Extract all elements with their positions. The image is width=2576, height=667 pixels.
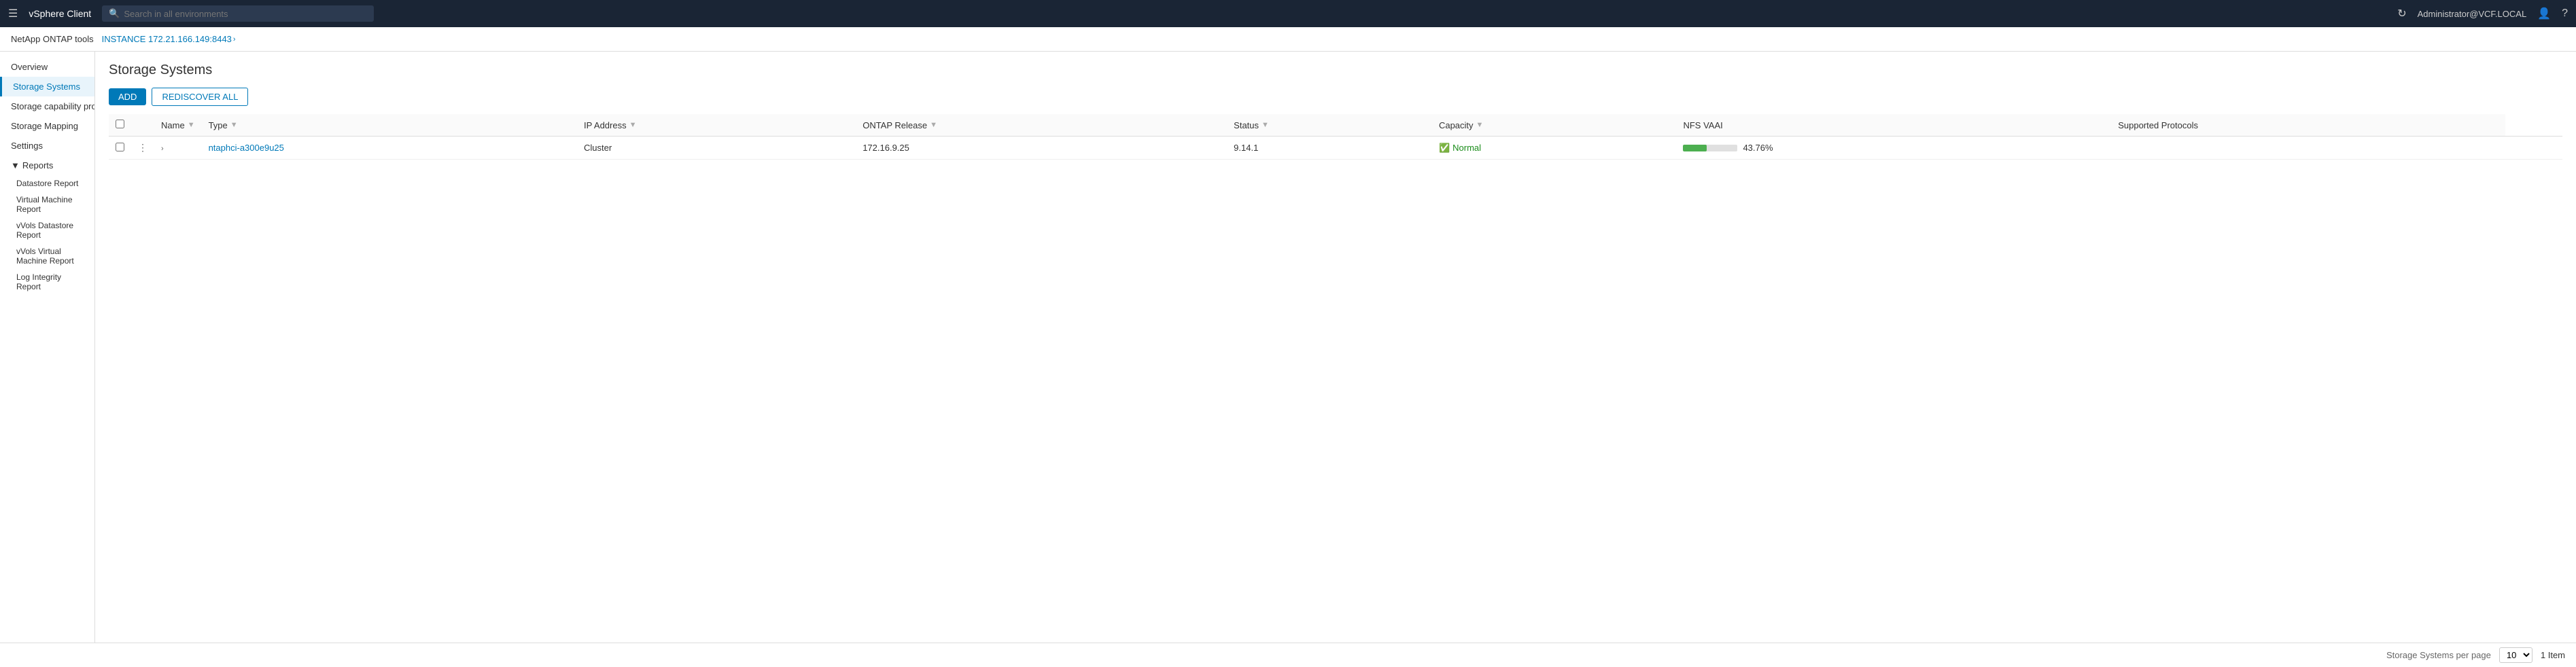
row-status-cell: ✅ Normal (1432, 137, 1677, 160)
table-row: ⋮ › ntaphci-a300e9u25 Cluster 172.16.9.2… (109, 137, 2562, 160)
breadcrumb-app: NetApp ONTAP tools (11, 34, 94, 44)
col-type-label: Type (209, 120, 228, 130)
app-layout: Overview Storage Systems Storage capabil… (0, 52, 2576, 667)
capacity-percent-label: 43.76% (1743, 143, 1773, 153)
row-supported-protocols-cell (2505, 137, 2562, 160)
col-type: Type ▼ (202, 114, 577, 137)
sidebar-reports-label: Reports (22, 160, 54, 170)
search-bar[interactable]: 🔍 (102, 5, 374, 22)
capacity-bar-fill (1683, 145, 1707, 151)
row-ip-cell: 172.16.9.25 (856, 137, 1227, 160)
col-ip-address: IP Address ▼ (577, 114, 856, 137)
col-ontap-filter-icon[interactable]: ▼ (930, 121, 937, 129)
breadcrumb-chevron-icon: › (233, 35, 236, 43)
row-nfs-vaai-cell (2111, 137, 2505, 160)
add-button[interactable]: ADD (109, 88, 146, 105)
refresh-icon[interactable]: ↻ (2397, 7, 2406, 20)
row-type-value: Cluster (584, 143, 612, 153)
chevron-down-icon: ▼ (11, 160, 20, 170)
user-avatar-icon[interactable]: 👤 (2537, 7, 2551, 20)
sidebar-sub-log-integrity-report[interactable]: Log Integrity Report (0, 269, 94, 295)
app-brand: vSphere Client (29, 8, 91, 19)
top-navigation: ☰ vSphere Client 🔍 ↻ Administrator@VCF.L… (0, 0, 2576, 27)
col-name-filter-icon[interactable]: ▼ (188, 121, 195, 129)
per-page-select[interactable]: 10 25 50 (2499, 647, 2533, 663)
top-nav-right: ↻ Administrator@VCF.LOCAL 👤 ? (2397, 7, 2568, 20)
col-capacity-label: Capacity (1439, 120, 1474, 130)
col-ontap-label: ONTAP Release (863, 120, 927, 130)
sidebar-item-storage-systems[interactable]: Storage Systems (0, 77, 94, 96)
sidebar-sub-vvols-vm-report[interactable]: vVols Virtual Machine Report (0, 243, 94, 269)
footer-per-page-label: Storage Systems per page (2386, 650, 2491, 660)
row-name-cell: ntaphci-a300e9u25 (202, 137, 577, 160)
col-capacity: Capacity ▼ (1432, 114, 1677, 137)
kebab-menu-icon[interactable]: ⋮ (138, 142, 147, 153)
sidebar-sub-vm-report[interactable]: Virtual Machine Report (0, 192, 94, 217)
col-supported-protocols-label: Supported Protocols (2118, 120, 2198, 130)
col-ontap-release: ONTAP Release ▼ (856, 114, 1227, 137)
capacity-bar-background (1683, 145, 1737, 151)
row-name-link[interactable]: ntaphci-a300e9u25 (209, 143, 284, 153)
col-status-filter-icon[interactable]: ▼ (1261, 121, 1269, 129)
row-ip-value: 172.16.9.25 (863, 143, 909, 153)
sidebar-item-overview[interactable]: Overview (0, 57, 94, 77)
search-icon: 🔍 (109, 8, 120, 19)
status-label: Normal (1452, 143, 1481, 153)
table-header-row: Name ▼ Type ▼ IP Address ▼ (109, 114, 2562, 137)
status-normal-icon: ✅ (1439, 143, 1450, 154)
main-content: Storage Systems ADD REDISCOVER ALL Name … (95, 52, 2576, 667)
table-footer: Storage Systems per page 10 25 50 1 Item (0, 643, 2576, 667)
user-menu[interactable]: Administrator@VCF.LOCAL (2418, 9, 2527, 19)
row-kebab-cell: ⋮ (131, 137, 154, 160)
expand-row-icon[interactable]: › (161, 145, 164, 153)
row-checkbox[interactable] (116, 143, 124, 151)
col-name: Name ▼ (154, 114, 202, 137)
sidebar: Overview Storage Systems Storage capabil… (0, 52, 95, 667)
select-all-checkbox[interactable] (116, 120, 124, 128)
sidebar-item-storage-mapping[interactable]: Storage Mapping (0, 116, 94, 136)
page-title: Storage Systems (109, 62, 2562, 78)
storage-systems-table: Name ▼ Type ▼ IP Address ▼ (109, 114, 2562, 160)
row-checkbox-cell (109, 137, 131, 160)
col-name-label: Name (161, 120, 185, 130)
footer-item-count: 1 Item (2541, 650, 2565, 660)
sidebar-item-settings[interactable]: Settings (0, 136, 94, 156)
search-input[interactable] (124, 9, 367, 19)
sidebar-sub-datastore-report[interactable]: Datastore Report (0, 175, 94, 192)
col-checkbox (109, 114, 131, 137)
rediscover-all-button[interactable]: REDISCOVER ALL (152, 88, 248, 106)
sidebar-section-reports[interactable]: ▼ Reports (0, 156, 94, 175)
col-ip-filter-icon[interactable]: ▼ (629, 121, 637, 129)
table-body: ⋮ › ntaphci-a300e9u25 Cluster 172.16.9.2… (109, 137, 2562, 160)
sidebar-sub-vvols-datastore-report[interactable]: vVols Datastore Report (0, 217, 94, 243)
col-capacity-filter-icon[interactable]: ▼ (1476, 121, 1484, 129)
col-type-filter-icon[interactable]: ▼ (230, 121, 238, 129)
row-status-value: ✅ Normal (1439, 143, 1670, 154)
toolbar: ADD REDISCOVER ALL (109, 88, 2562, 106)
row-type-cell: Cluster (577, 137, 856, 160)
col-nfs-vaai-label: NFS VAAI (1683, 120, 1722, 130)
col-ip-address-label: IP Address (584, 120, 627, 130)
col-supported-protocols: Supported Protocols (2111, 114, 2505, 137)
col-status-label: Status (1234, 120, 1259, 130)
col-expand (131, 114, 154, 137)
breadcrumb-instance[interactable]: INSTANCE 172.21.166.149:8443 (102, 34, 232, 44)
row-expand-cell: › (154, 137, 202, 160)
row-capacity-cell: 43.76% (1676, 137, 2111, 160)
menu-icon[interactable]: ☰ (8, 7, 18, 20)
capacity-bar-container: 43.76% (1683, 143, 2104, 153)
col-status: Status ▼ (1227, 114, 1432, 137)
breadcrumb: NetApp ONTAP tools INSTANCE 172.21.166.1… (0, 27, 2576, 52)
row-ontap-cell: 9.14.1 (1227, 137, 1432, 160)
help-icon[interactable]: ? (2562, 7, 2568, 20)
sidebar-item-storage-capability-profile[interactable]: Storage capability profile (0, 96, 94, 116)
row-ontap-value: 9.14.1 (1234, 143, 1258, 153)
col-nfs-vaai: NFS VAAI (1676, 114, 2111, 137)
